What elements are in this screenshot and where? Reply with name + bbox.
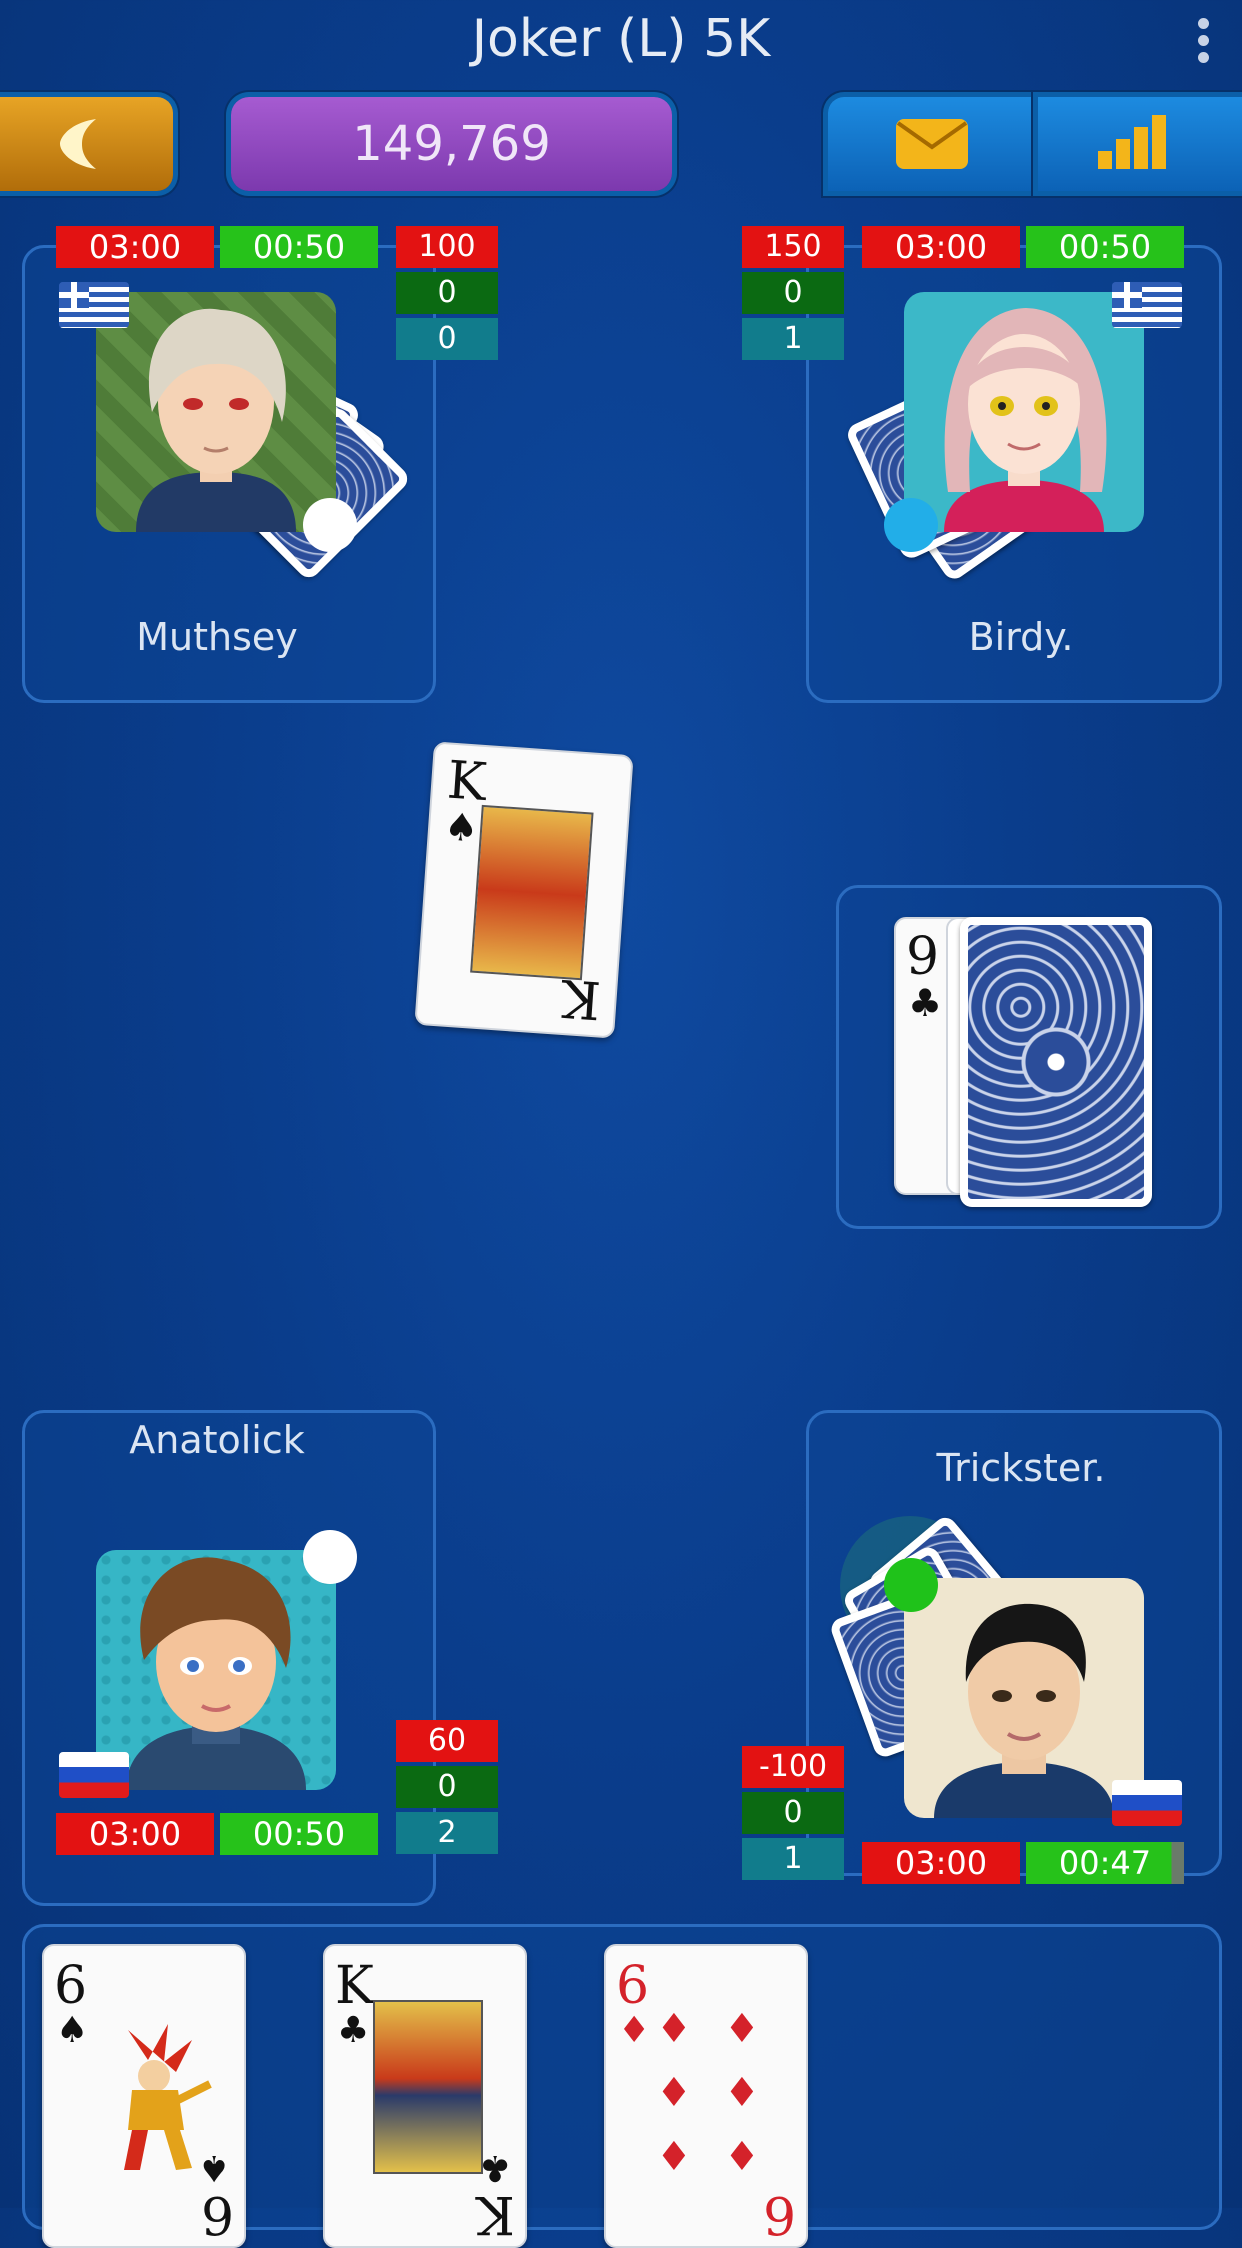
turn-timer-value: 00:47: [1058, 1844, 1152, 1882]
avatar-portrait: [136, 308, 296, 532]
russia-flag-icon: [59, 1752, 129, 1798]
player-name: Birdy.: [968, 615, 1074, 659]
card-rank-bottom: 6: [200, 2184, 234, 2244]
bid-value: 60: [396, 1720, 498, 1762]
tricks-taken: 0: [396, 272, 498, 314]
total-timer: 03:00: [862, 1842, 1020, 1884]
hand-card-joker[interactable]: 6 ♠ ♠ 6: [42, 1944, 246, 2248]
hand-card-six-diamonds[interactable]: 6 ♦ ♦ ♦ ♦ ♦ ♦ ♦ 6: [604, 1944, 808, 2248]
card-rank-bottom: K: [559, 966, 603, 1030]
card-rank: 6: [616, 1956, 650, 2016]
card-rank: K: [335, 1956, 374, 2016]
turn-timer: 00:50: [1026, 226, 1184, 268]
player-name: Anatolick: [129, 1418, 305, 1462]
score-value: 2: [396, 1812, 498, 1854]
hand-card-king-clubs[interactable]: K ♣ ♣ K: [323, 1944, 527, 2248]
game-title: Joker (L) 5K: [471, 9, 771, 69]
diamond-pip-icon: ♦: [724, 2070, 760, 2116]
russia-flag-icon: [1112, 1780, 1182, 1826]
bid-value: 150: [742, 226, 844, 268]
coin-balance: 149,769: [231, 97, 672, 191]
messages-button[interactable]: [828, 97, 1033, 191]
deck-card-back: [960, 917, 1152, 1207]
king-face-icon: [470, 804, 594, 981]
turn-timer: 00:47: [1026, 1842, 1184, 1884]
avatar-portrait: [944, 308, 1107, 532]
diamond-pip-icon: ♦: [724, 2006, 760, 2052]
score-value: 1: [742, 318, 844, 360]
spade-icon: ♠: [442, 804, 480, 851]
avatar-trickster[interactable]: [904, 1578, 1144, 1818]
card-rank-bottom: K: [476, 2184, 515, 2244]
more-menu-icon[interactable]: [1198, 18, 1212, 64]
status-dot: [303, 1530, 357, 1584]
card-rank: K: [445, 750, 489, 814]
club-icon: ♣: [337, 2010, 370, 2051]
diamond-pip-icon: ♦: [656, 2006, 692, 2052]
greece-flag-icon: [1112, 282, 1182, 328]
total-timer: 03:00: [862, 226, 1020, 268]
trump-card-rank: 9: [906, 927, 940, 987]
avatar-muthsey[interactable]: [96, 292, 336, 532]
leaderboard-button[interactable]: [1038, 97, 1242, 191]
greece-flag-icon: [59, 282, 129, 328]
club-icon: ♣: [478, 2147, 511, 2188]
played-card-king-spades: K ♠ K: [414, 741, 634, 1039]
spade-icon: ♠: [56, 2010, 89, 2051]
diamond-pip-icon: ♦: [656, 2070, 692, 2116]
diamond-pip-icon: ♦: [724, 2134, 760, 2180]
turn-timer: 00:50: [220, 1813, 378, 1855]
bar-chart-icon: [1098, 115, 1166, 169]
diamond-pip-icon: ♦: [656, 2134, 692, 2180]
back-button[interactable]: [0, 97, 173, 191]
spade-icon: ♠: [197, 2147, 230, 2188]
turn-timer: 00:50: [220, 226, 378, 268]
card-rank: 6: [54, 1956, 88, 2016]
status-dot: [303, 498, 357, 552]
bid-value: -100: [742, 1746, 844, 1788]
diamond-icon: ♦: [618, 2010, 651, 2051]
avatar-birdy[interactable]: [904, 292, 1144, 532]
score-value: 1: [742, 1838, 844, 1880]
bid-value: 100: [396, 226, 498, 268]
total-timer: 03:00: [56, 226, 214, 268]
tricks-taken: 0: [396, 1766, 498, 1808]
player-name: Muthsey: [136, 615, 298, 659]
envelope-icon: [896, 119, 968, 169]
club-icon: ♣: [908, 981, 943, 1025]
avatar-anatolick[interactable]: [96, 1550, 336, 1790]
back-arrow-icon: [60, 119, 96, 169]
avatar-portrait: [934, 1603, 1114, 1818]
tricks-taken: 0: [742, 272, 844, 314]
active-turn-dot: [884, 1558, 938, 1612]
avatar-portrait: [126, 1557, 306, 1790]
total-timer: 03:00: [56, 1813, 214, 1855]
player-name: Trickster.: [936, 1446, 1106, 1490]
status-dot: [884, 498, 938, 552]
king-face-icon: [373, 2000, 483, 2174]
tricks-taken: 0: [742, 1792, 844, 1834]
score-value: 0: [396, 318, 498, 360]
card-rank-bottom: 6: [762, 2184, 796, 2244]
